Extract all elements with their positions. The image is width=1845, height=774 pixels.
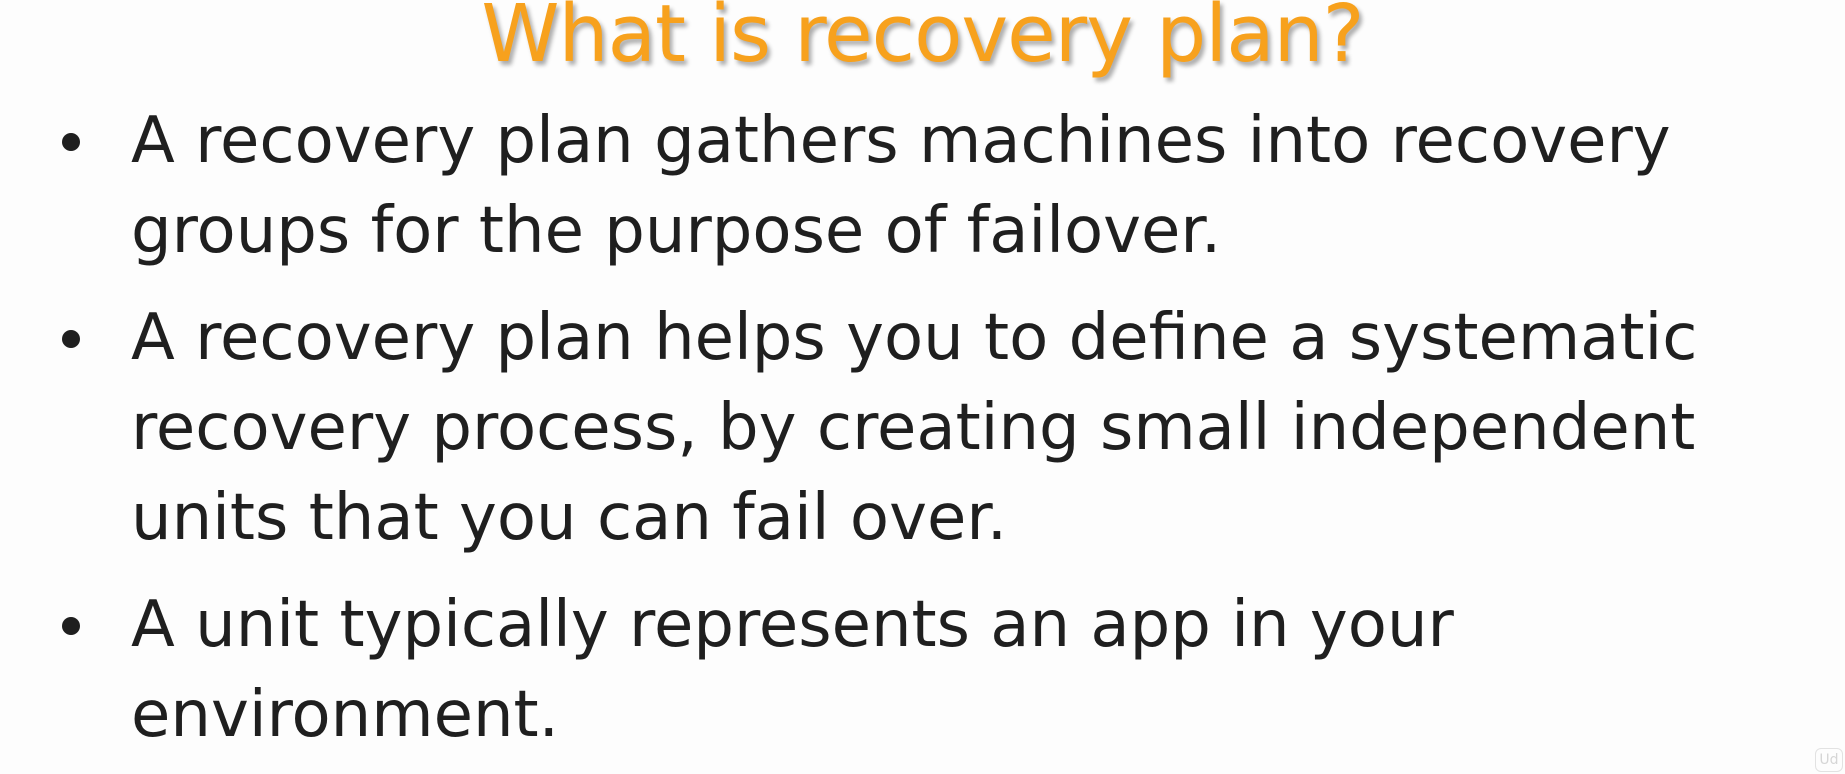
bullet-text: A recovery plan helps you to define a sy…: [131, 301, 1698, 555]
bullet-dot-icon: [62, 617, 80, 635]
watermark-logo: Ud: [1815, 748, 1843, 772]
bullet-dot-icon: [62, 330, 80, 348]
bullet-item: A recovery plan gathers machines into re…: [0, 96, 1751, 276]
bullet-text: A unit typically represents an app in yo…: [131, 588, 1454, 752]
bullet-text: A recovery plan gathers machines into re…: [131, 104, 1671, 268]
bullet-dot-icon: [62, 133, 80, 151]
bullet-item: A unit typically represents an app in yo…: [0, 580, 1751, 760]
bullet-item: A recovery plan helps you to define a sy…: [0, 293, 1751, 563]
slide-title: What is recovery plan?: [481, 0, 1364, 80]
slide: What is recovery plan? A recovery plan g…: [0, 0, 1845, 774]
bullet-list: A recovery plan gathers machines into re…: [0, 96, 1845, 774]
